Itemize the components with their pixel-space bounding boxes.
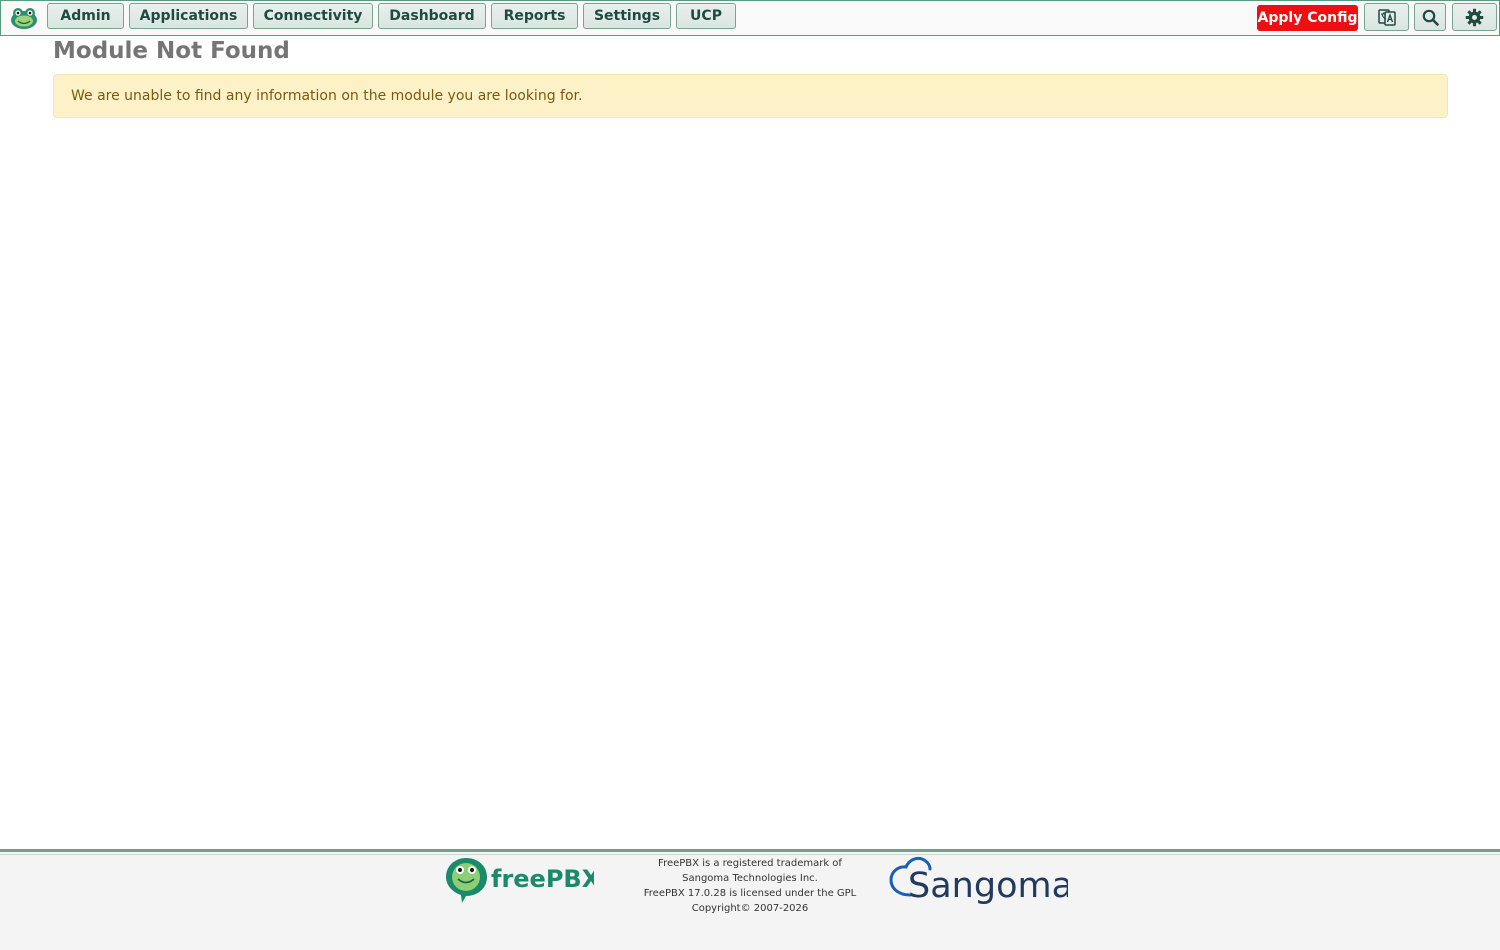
freepbx-logo-text: freePBX	[491, 865, 594, 893]
nav-connectivity[interactable]: Connectivity	[253, 3, 373, 29]
footer-line: Sangoma Technologies Inc.	[682, 873, 818, 884]
warning-alert: We are unable to find any information on…	[53, 74, 1448, 118]
apply-config-button[interactable]: Apply Config	[1257, 5, 1358, 31]
footer-line: Copyright© 2007-2026	[691, 903, 809, 914]
footer-divider	[0, 854, 1500, 855]
settings-button[interactable]	[1452, 3, 1497, 31]
footer-line: FreePBX 17.0.28 is licensed under the GP…	[643, 888, 857, 899]
nav-settings[interactable]: Settings	[583, 3, 671, 29]
sangoma-logo[interactable]: Sangoma	[888, 855, 1068, 910]
footer-line: FreePBX is a registered trademark of	[658, 858, 842, 869]
nav-reports[interactable]: Reports	[491, 3, 578, 29]
alert-message: We are unable to find any information on…	[71, 88, 583, 104]
sangoma-logo-text: Sangoma	[908, 866, 1068, 906]
language-button[interactable]	[1364, 3, 1409, 31]
search-button[interactable]	[1414, 3, 1446, 31]
nav-ucp[interactable]: UCP	[676, 3, 736, 29]
gear-icon	[1465, 8, 1484, 26]
page-title: Module Not Found	[53, 38, 290, 64]
freepbx-frog-icon[interactable]	[9, 6, 39, 30]
search-icon	[1422, 9, 1439, 26]
nav-admin[interactable]: Admin	[47, 3, 124, 29]
nav-applications[interactable]: Applications	[129, 3, 248, 29]
footer-legal: FreePBX is a registered trademark of San…	[640, 856, 860, 916]
freepbx-logo[interactable]: freePBX	[444, 856, 594, 904]
language-icon	[1377, 9, 1396, 26]
nav-dashboard[interactable]: Dashboard	[378, 3, 486, 29]
